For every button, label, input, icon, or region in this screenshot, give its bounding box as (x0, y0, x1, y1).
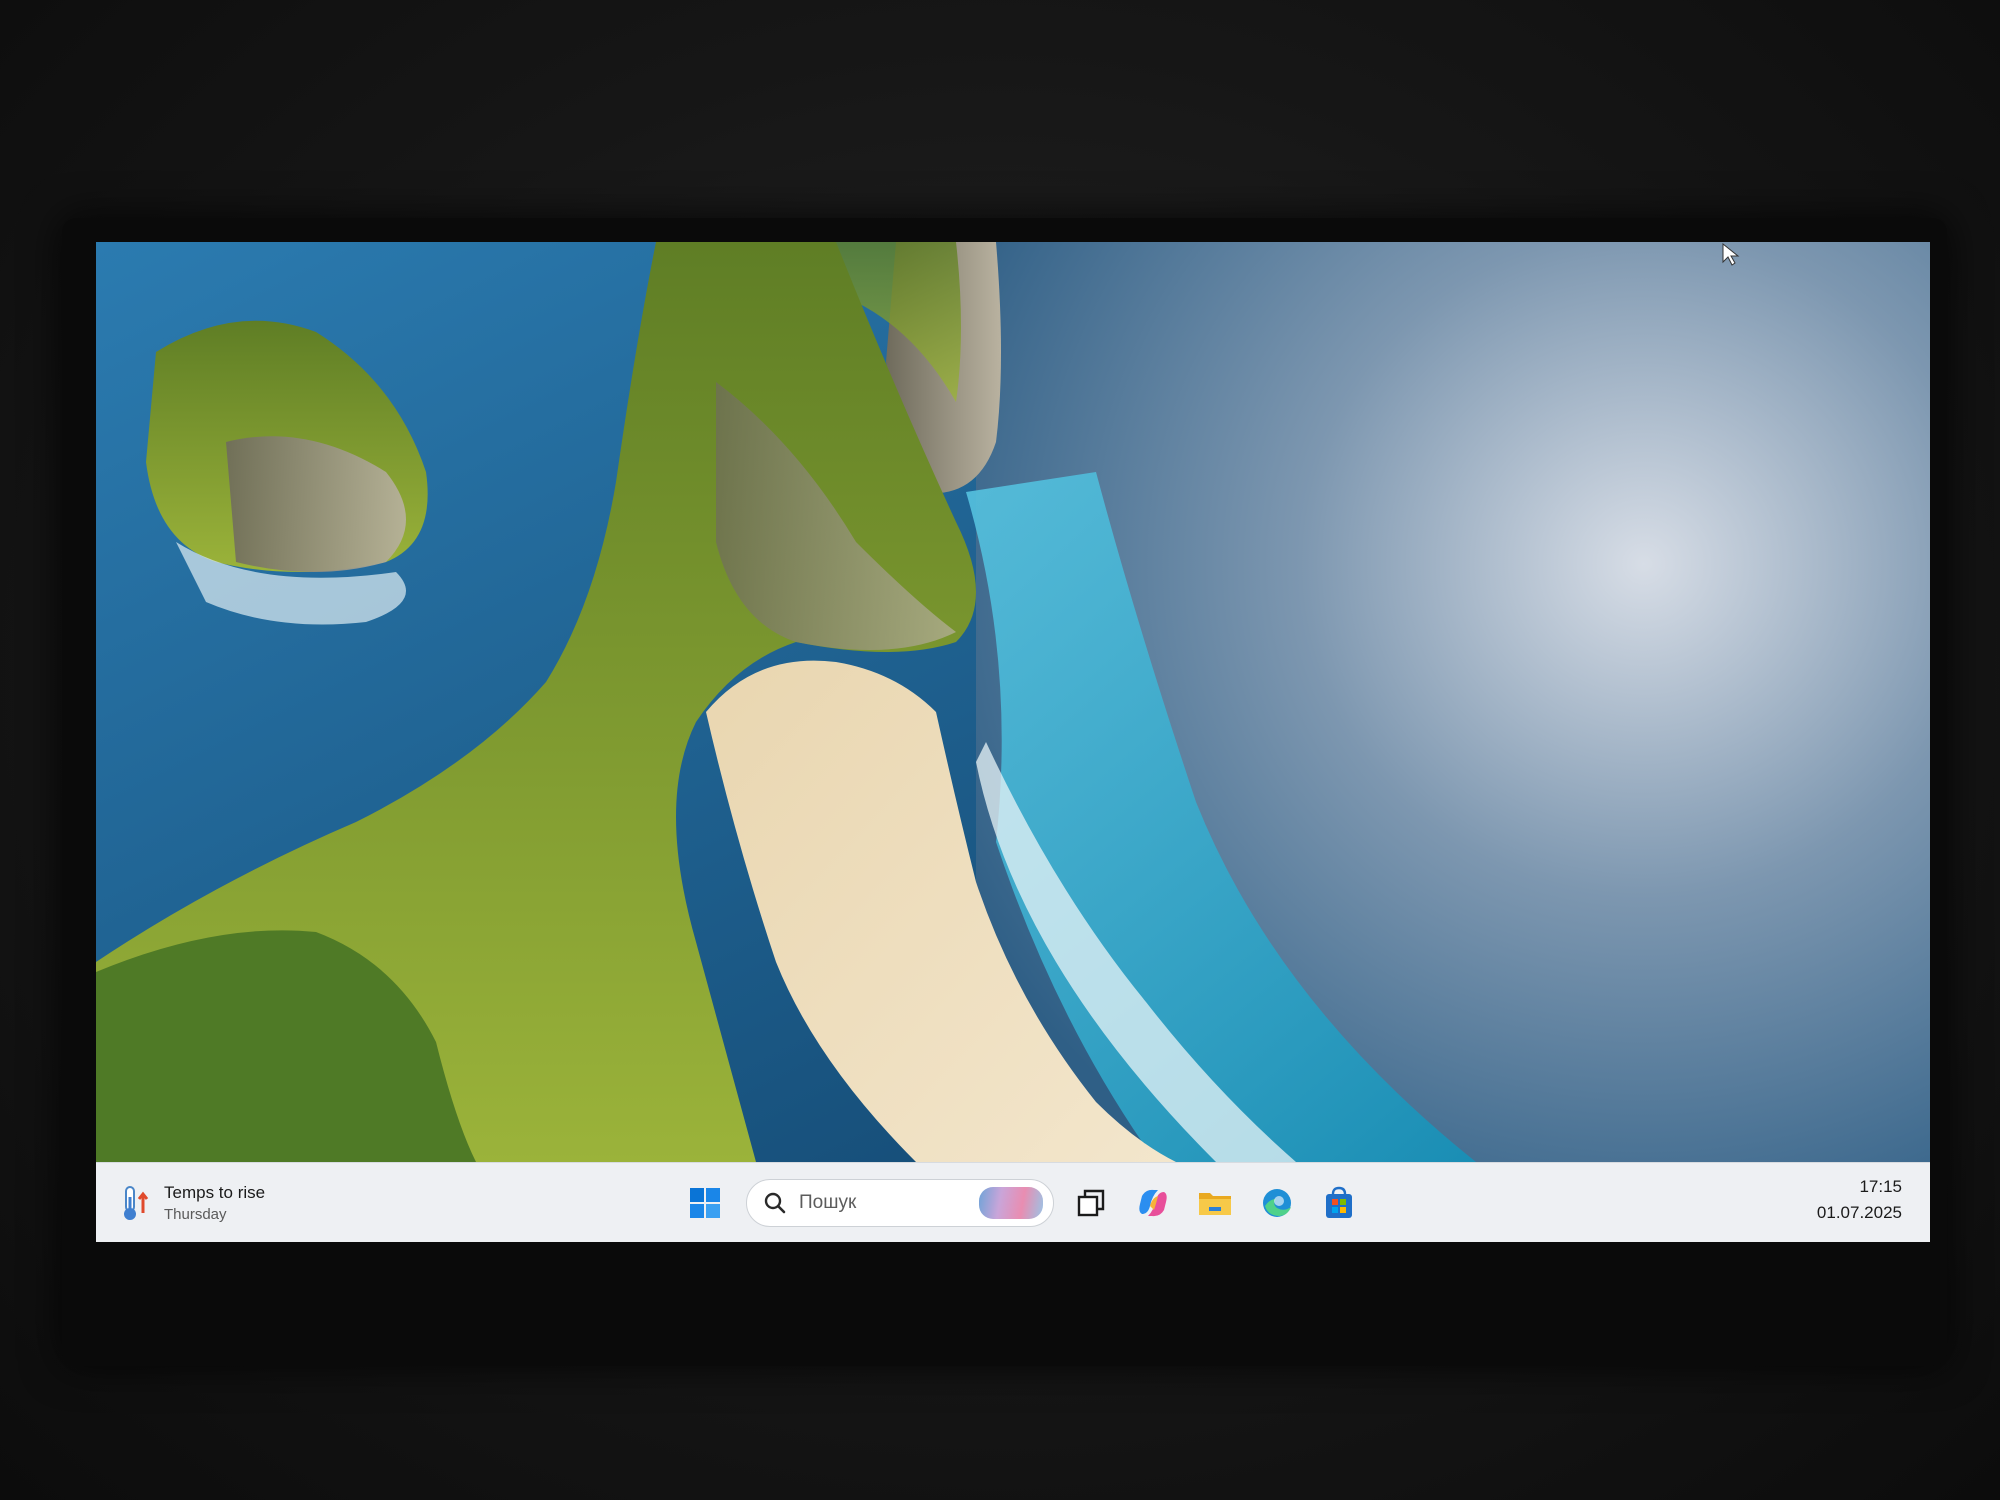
widget-subtitle: Thursday (164, 1206, 227, 1223)
taskbar-center: Пошук (678, 1173, 1374, 1233)
task-view-button[interactable] (1064, 1176, 1118, 1230)
copilot-button[interactable] (1126, 1176, 1180, 1230)
task-view-icon (1077, 1189, 1105, 1217)
desktop-wallpaper (96, 242, 1930, 1162)
search-highlight-icon[interactable] (979, 1187, 1043, 1219)
clock-time: 17:15 (1859, 1177, 1902, 1196)
system-clock[interactable]: 17:15 01.07.2025 (1817, 1177, 1902, 1223)
edge-browser-icon (1263, 1189, 1291, 1217)
search-placeholder: Пошук (799, 1192, 857, 1213)
mouse-cursor-icon (1722, 242, 1740, 266)
search-icon (764, 1192, 786, 1214)
taskbar: Temps to rise Thursday Пошук 17:15 01.07… (96, 1162, 1930, 1242)
copilot-icon (1139, 1189, 1167, 1217)
edge-button[interactable] (1250, 1176, 1304, 1230)
clock-date: 01.07.2025 (1816, 1203, 1902, 1222)
folder-icon (1199, 1193, 1231, 1215)
microsoft-store-button[interactable] (1312, 1176, 1366, 1230)
start-button[interactable] (678, 1176, 732, 1230)
file-explorer-button[interactable] (1188, 1176, 1242, 1230)
weather-widget[interactable]: Temps to rise Thursday (118, 1175, 358, 1231)
store-icon (1326, 1186, 1352, 1218)
windows-logo-icon (690, 1188, 720, 1218)
widget-title: Temps to rise (164, 1183, 266, 1202)
desktop-screen: Temps to rise Thursday Пошук 17:15 01.07… (96, 242, 1930, 1242)
thermometer-rising-icon (124, 1186, 149, 1220)
search-box[interactable]: Пошук (746, 1179, 1054, 1227)
